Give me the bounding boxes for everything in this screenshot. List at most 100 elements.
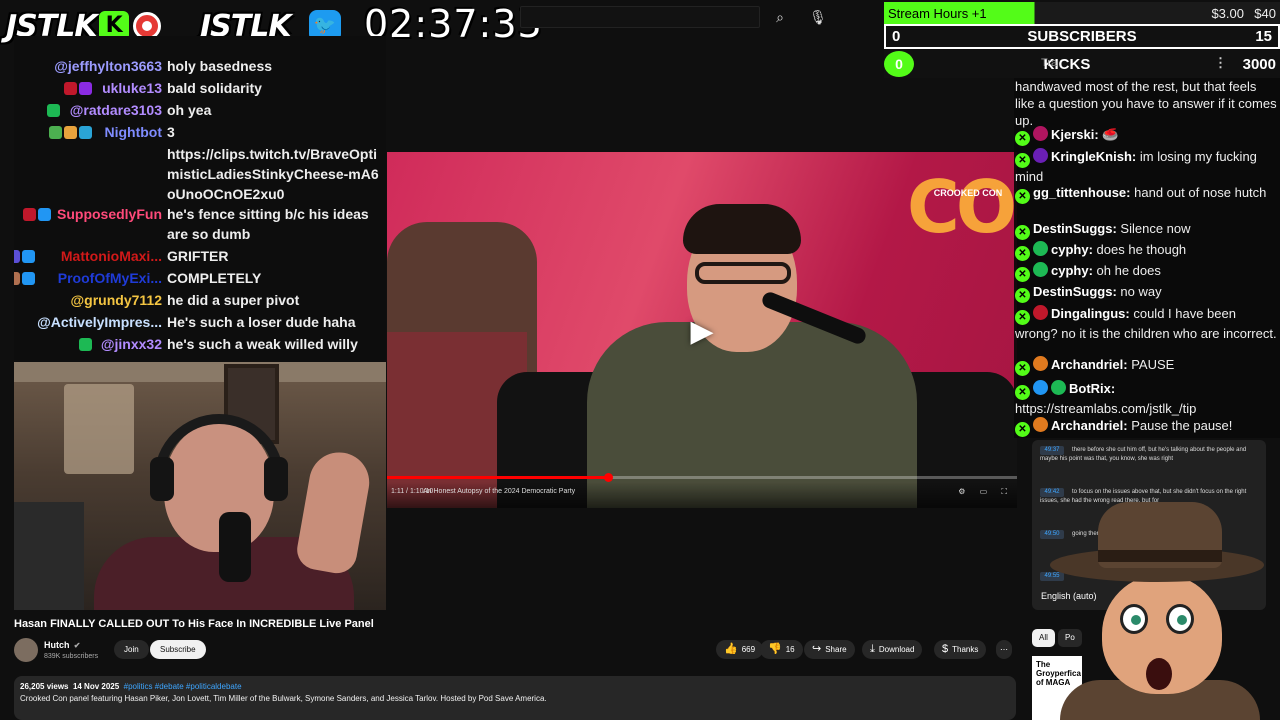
kick-badge-icon: [1015, 361, 1030, 376]
chat-username[interactable]: Archandriel:: [1051, 418, 1128, 433]
lamp: [64, 384, 134, 474]
stream-timer: 02:37:33: [364, 2, 543, 46]
chat-username[interactable]: cyphy:: [1051, 263, 1093, 278]
settings-icon[interactable]: ⚙ ▭ ⛶: [958, 487, 1013, 497]
headphone-cup: [264, 457, 288, 501]
chat-message: Kjerski: 🥌: [1015, 126, 1277, 146]
chat-username[interactable]: ukluke13: [102, 78, 162, 98]
mascot-eye: [1166, 604, 1194, 634]
chat-text: bald solidarity: [167, 80, 262, 96]
right-chat: handwaved most of the rest, but that fee…: [1014, 78, 1280, 438]
video-chapter[interactable]: An Honest Autopsy of the 2024 Democratic…: [423, 488, 575, 495]
progress-handle[interactable]: [603, 473, 613, 482]
more-actions-button[interactable]: ⋯: [996, 640, 1012, 659]
chat-text: 🥌: [1102, 127, 1119, 142]
kick-badge-icon: [1015, 422, 1030, 437]
chat-badges: [64, 78, 93, 98]
dislike-button[interactable]: 👎 16: [760, 640, 803, 659]
kick-badge-icon: [1015, 153, 1030, 168]
chat-username[interactable]: @grundy7112: [71, 290, 162, 310]
chat-message: BotRix: https://streamlabs.com/jstlk_/ti…: [1015, 380, 1277, 417]
video-title: Hasan FINALLY CALLED OUT To His Face In …: [14, 618, 374, 630]
transcript-line[interactable]: 49:37 there before she cut him off, but h…: [1040, 446, 1260, 464]
thanks-icon: $: [942, 643, 949, 655]
chat-message: handwaved most of the rest, but that fee…: [1015, 78, 1277, 129]
mic-icon[interactable]: 🎙: [806, 6, 830, 28]
channel-label[interactable]: Hutch: [44, 640, 70, 650]
video-player[interactable]: CO CROOKED CON ▶ 1:11 / 1:10:10 An Hones…: [387, 152, 1017, 508]
badge-icon: [64, 125, 78, 139]
progress-bar[interactable]: [387, 473, 1017, 482]
kicks-label: KICKS: [1043, 55, 1091, 73]
share-button[interactable]: ↪ Share: [804, 640, 855, 659]
chat-username[interactable]: Archandriel:: [1051, 357, 1128, 372]
subs-target: 15: [1255, 28, 1272, 45]
goal-label: Stream Hours +1: [888, 5, 987, 21]
kick-badge-icon: [1015, 310, 1030, 325]
play-icon[interactable]: ▶: [682, 312, 722, 352]
badge-icon: [1033, 417, 1048, 432]
chat-text: https://clips.twitch.tv/BraveOptimisticL…: [167, 146, 379, 202]
chat-message: DestinSuggs: Silence now: [1015, 220, 1277, 240]
webcam-feed: [14, 362, 386, 610]
kick-badge-icon: [1015, 288, 1030, 303]
like-button[interactable]: 👍 669: [716, 640, 764, 659]
chat-username[interactable]: BotRix:: [1069, 381, 1115, 396]
chat-username[interactable]: MattonioMaxi...: [61, 246, 162, 266]
badge-icon: [14, 271, 20, 285]
chat-username[interactable]: DestinSuggs:: [1033, 221, 1117, 236]
chat-text: he's such a weak willed willy: [167, 336, 358, 352]
left-chat: @jeffhylton3663 holy basedness ukluke13 bal…: [14, 36, 386, 360]
chat-username[interactable]: ProofOfMyExi...: [58, 268, 162, 288]
chat-text: 3: [167, 124, 175, 140]
transcript-timestamp[interactable]: 49:42: [1040, 488, 1064, 497]
chat-username[interactable]: @jinxx32: [101, 334, 162, 354]
hashtags[interactable]: #politics #debate #politicaldebate: [124, 682, 242, 691]
kicks-target: 3000: [1242, 55, 1276, 73]
channel-name[interactable]: Hutch ✔: [44, 640, 80, 650]
chat-username[interactable]: Kjerski:: [1051, 127, 1099, 142]
thanks-button[interactable]: $ Thanks: [934, 640, 987, 659]
badge-icon: [38, 207, 52, 221]
chat-username[interactable]: Dingalingus:: [1051, 306, 1130, 321]
chat-text: he did a super pivot: [167, 292, 300, 308]
kicks-current: 0: [884, 51, 914, 77]
goal-current: $3.00: [1211, 5, 1244, 21]
kick-badge-icon: [1015, 246, 1030, 261]
kicks-sub: Tra: [1041, 57, 1058, 69]
kick-badge-icon: [1015, 131, 1030, 146]
chat-username[interactable]: gg_tittenhouse:: [1033, 185, 1131, 200]
chat-username[interactable]: @jeffhylton3663: [54, 56, 162, 76]
chat-username[interactable]: @ActivelyImpres...: [37, 312, 162, 332]
badge-icon: [22, 249, 35, 263]
badge-icon: [79, 81, 93, 95]
transcript-text: there before she cut him off, but he's t…: [1040, 447, 1247, 462]
subscribe-button[interactable]: Subscribe: [150, 640, 206, 659]
badge-icon: [79, 125, 93, 139]
description-box[interactable]: 26,205 views 14 Nov 2025 #politics #deba…: [14, 676, 1016, 720]
mascot-hat-band: [1098, 550, 1222, 562]
transcript-timestamp[interactable]: 49:37: [1040, 446, 1064, 455]
download-button[interactable]: ⤓ Download: [862, 640, 923, 659]
chat-username[interactable]: Nightbot: [104, 122, 162, 142]
search-icon[interactable]: ⌕: [766, 6, 794, 28]
chat-text: Silence now: [1120, 221, 1191, 236]
chat-username[interactable]: DestinSuggs:: [1033, 284, 1117, 299]
avatar[interactable]: [14, 638, 38, 662]
badge-icon: [14, 249, 20, 263]
search-input[interactable]: [520, 6, 760, 28]
chat-username[interactable]: SupposedlyFun: [57, 204, 162, 224]
more-icon[interactable]: ⋮: [1214, 55, 1227, 71]
chat-username[interactable]: cyphy:: [1051, 242, 1093, 257]
chat-badges: [23, 204, 52, 224]
join-button[interactable]: Join: [114, 640, 149, 659]
video-controls: 1:11 / 1:10:10 An Honest Autopsy of the …: [387, 482, 1017, 508]
panelist-hair: [683, 204, 801, 254]
download-label: Download: [878, 645, 915, 654]
chat-badges: [49, 122, 93, 142]
chat-username[interactable]: KringleKnish:: [1051, 149, 1136, 164]
chat-text: no way: [1120, 284, 1162, 299]
chat-text: hand out of nose hutch: [1134, 185, 1267, 200]
chat-username[interactable]: @ratdare3103: [70, 100, 162, 120]
thumbs-up-icon: 👍: [724, 643, 738, 655]
